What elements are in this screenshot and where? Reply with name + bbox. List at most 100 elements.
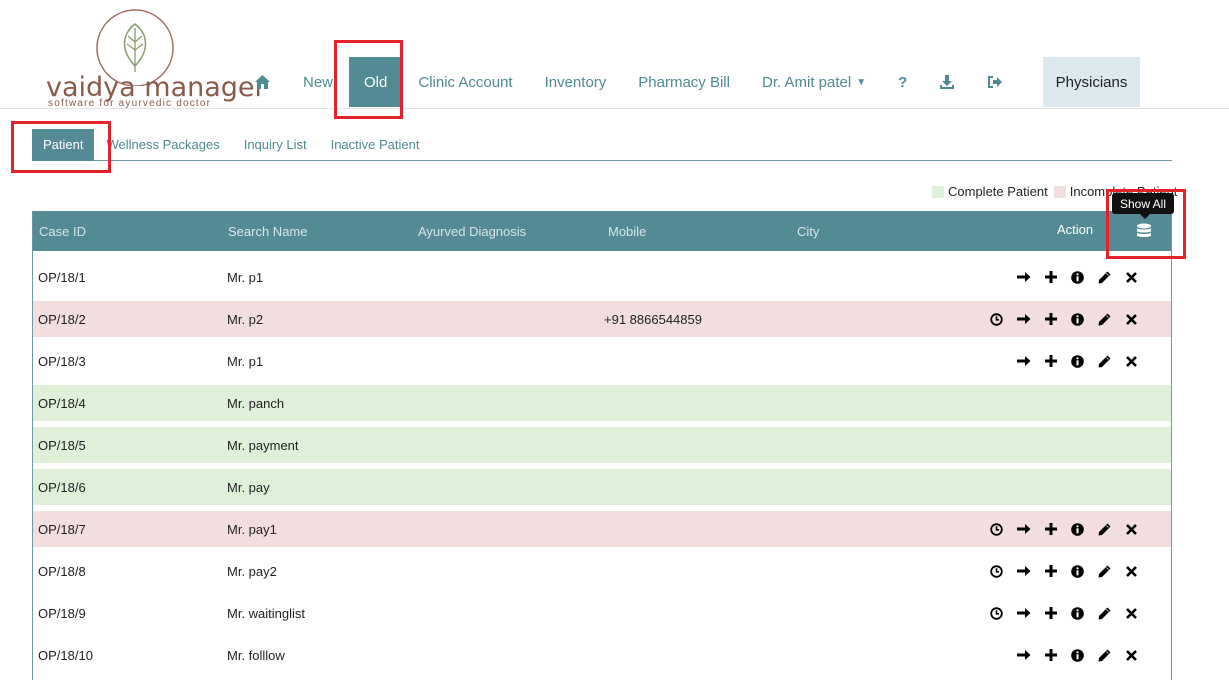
table-row: OP/18/7 Mr. pay1	[33, 511, 1171, 547]
row-actions	[983, 301, 1145, 337]
table-row: OP/18/5 Mr. payment	[33, 427, 1171, 463]
download-icon[interactable]	[923, 57, 971, 107]
edit-icon[interactable]	[1091, 309, 1118, 329]
cell-case-id: OP/18/2	[38, 311, 86, 327]
arrow-icon[interactable]	[1010, 645, 1037, 665]
info-icon[interactable]	[1064, 603, 1091, 623]
incomplete-swatch	[1053, 185, 1066, 198]
table-row: OP/18/1 Mr. p1	[33, 259, 1171, 295]
cell-search-name: Mr. p1	[227, 353, 264, 369]
delete-icon[interactable]	[1118, 561, 1145, 581]
cell-case-id: OP/18/3	[38, 353, 86, 369]
cell-case-id: OP/18/7	[38, 521, 86, 537]
physicians-button[interactable]: Physicians	[1043, 57, 1140, 107]
row-actions	[1010, 259, 1145, 295]
plus-icon[interactable]	[1037, 309, 1064, 329]
tab-patient[interactable]: Patient	[32, 128, 95, 161]
delete-icon[interactable]	[1118, 519, 1145, 539]
clock-icon[interactable]	[983, 519, 1010, 539]
cell-search-name: Mr. payment	[227, 437, 299, 453]
table-row: OP/18/10 Mr. folllow	[33, 637, 1171, 673]
edit-icon[interactable]	[1091, 267, 1118, 287]
row-actions	[983, 595, 1145, 631]
table-row: OP/18/6 Mr. pay	[33, 469, 1171, 505]
edit-icon[interactable]	[1091, 645, 1118, 665]
delete-icon[interactable]	[1118, 267, 1145, 287]
show-all-tooltip: Show All	[1112, 193, 1174, 219]
cell-case-id: OP/18/6	[38, 479, 86, 495]
edit-icon[interactable]	[1091, 603, 1118, 623]
delete-icon[interactable]	[1118, 603, 1145, 623]
tab-wellness-packages[interactable]: Wellness Packages	[94, 129, 231, 160]
help-icon[interactable]: ?	[882, 57, 923, 107]
cell-case-id: OP/18/8	[38, 563, 86, 579]
patient-table: Case ID Search Name Ayurved Diagnosis Mo…	[32, 211, 1172, 680]
plus-icon[interactable]	[1037, 603, 1064, 623]
arrow-icon[interactable]	[1010, 267, 1037, 287]
th-search-name[interactable]: Search Name	[228, 211, 307, 251]
plus-icon[interactable]	[1037, 645, 1064, 665]
logout-icon[interactable]	[971, 57, 1019, 107]
arrow-icon[interactable]	[1010, 351, 1037, 371]
arrow-icon[interactable]	[1010, 603, 1037, 623]
caret-down-icon: ▼	[856, 76, 867, 88]
row-actions	[983, 553, 1145, 589]
cell-case-id: OP/18/5	[38, 437, 86, 453]
row-actions	[1010, 343, 1145, 379]
th-diagnosis[interactable]: Ayurved Diagnosis	[418, 211, 526, 251]
clock-icon[interactable]	[983, 603, 1010, 623]
plus-icon[interactable]	[1037, 561, 1064, 581]
info-icon[interactable]	[1064, 267, 1091, 287]
row-actions	[983, 511, 1145, 547]
app-logo[interactable]: vaidya manager software for ayurvedic do…	[40, 6, 266, 109]
nav-new[interactable]: New	[287, 57, 349, 107]
main-nav: New Old Clinic Account Inventory Pharmac…	[238, 57, 1019, 107]
plus-icon[interactable]	[1037, 351, 1064, 371]
table-body: OP/18/1 Mr. p1 OP/18/2 Mr. p2 +91 8866544859…	[33, 251, 1171, 673]
tab-inactive-patient[interactable]: Inactive Patient	[319, 129, 432, 160]
arrow-icon[interactable]	[1010, 309, 1037, 329]
home-icon[interactable]	[238, 57, 287, 107]
cell-search-name: Mr. p1	[227, 269, 264, 285]
database-icon[interactable]	[1136, 223, 1152, 243]
user-name: Dr. Amit patel	[761, 73, 852, 91]
plus-icon[interactable]	[1037, 519, 1064, 539]
delete-icon[interactable]	[1118, 309, 1145, 329]
nav-inventory[interactable]: Inventory	[529, 57, 623, 107]
edit-icon[interactable]	[1091, 561, 1118, 581]
arrow-icon[interactable]	[1010, 561, 1037, 581]
cell-case-id: OP/18/4	[38, 395, 86, 411]
nav-old[interactable]: Old	[349, 57, 403, 107]
cell-search-name: Mr. pay2	[227, 563, 277, 579]
delete-icon[interactable]	[1118, 645, 1145, 665]
nav-pharmacy-bill[interactable]: Pharmacy Bill	[622, 57, 746, 107]
cell-case-id: OP/18/1	[38, 269, 86, 285]
cell-case-id: OP/18/9	[38, 605, 86, 621]
nav-clinic-account[interactable]: Clinic Account	[402, 57, 528, 107]
cell-search-name: Mr. panch	[227, 395, 285, 411]
edit-icon[interactable]	[1091, 351, 1118, 371]
edit-icon[interactable]	[1091, 519, 1118, 539]
cell-search-name: Mr. pay	[227, 479, 270, 495]
clock-icon[interactable]	[983, 309, 1010, 329]
info-icon[interactable]	[1064, 519, 1091, 539]
tab-inquiry-list[interactable]: Inquiry List	[232, 129, 319, 160]
plus-icon[interactable]	[1037, 267, 1064, 287]
info-icon[interactable]	[1064, 645, 1091, 665]
th-case-id[interactable]: Case ID	[39, 211, 86, 251]
th-action: Action	[1057, 221, 1094, 237]
th-mobile[interactable]: Mobile	[608, 211, 646, 251]
arrow-icon[interactable]	[1010, 519, 1037, 539]
cell-search-name: Mr. pay1	[227, 521, 277, 537]
row-actions	[1010, 637, 1145, 673]
info-icon[interactable]	[1064, 561, 1091, 581]
table-row: OP/18/4 Mr. panch	[33, 385, 1171, 421]
clock-icon[interactable]	[983, 561, 1010, 581]
info-icon[interactable]	[1064, 351, 1091, 371]
delete-icon[interactable]	[1118, 351, 1145, 371]
table-row: OP/18/9 Mr. waitinglist	[33, 595, 1171, 631]
complete-swatch	[932, 185, 944, 198]
info-icon[interactable]	[1064, 309, 1091, 329]
nav-user-dropdown[interactable]: Dr. Amit patel ▼	[746, 57, 882, 107]
th-city[interactable]: City	[797, 211, 819, 251]
